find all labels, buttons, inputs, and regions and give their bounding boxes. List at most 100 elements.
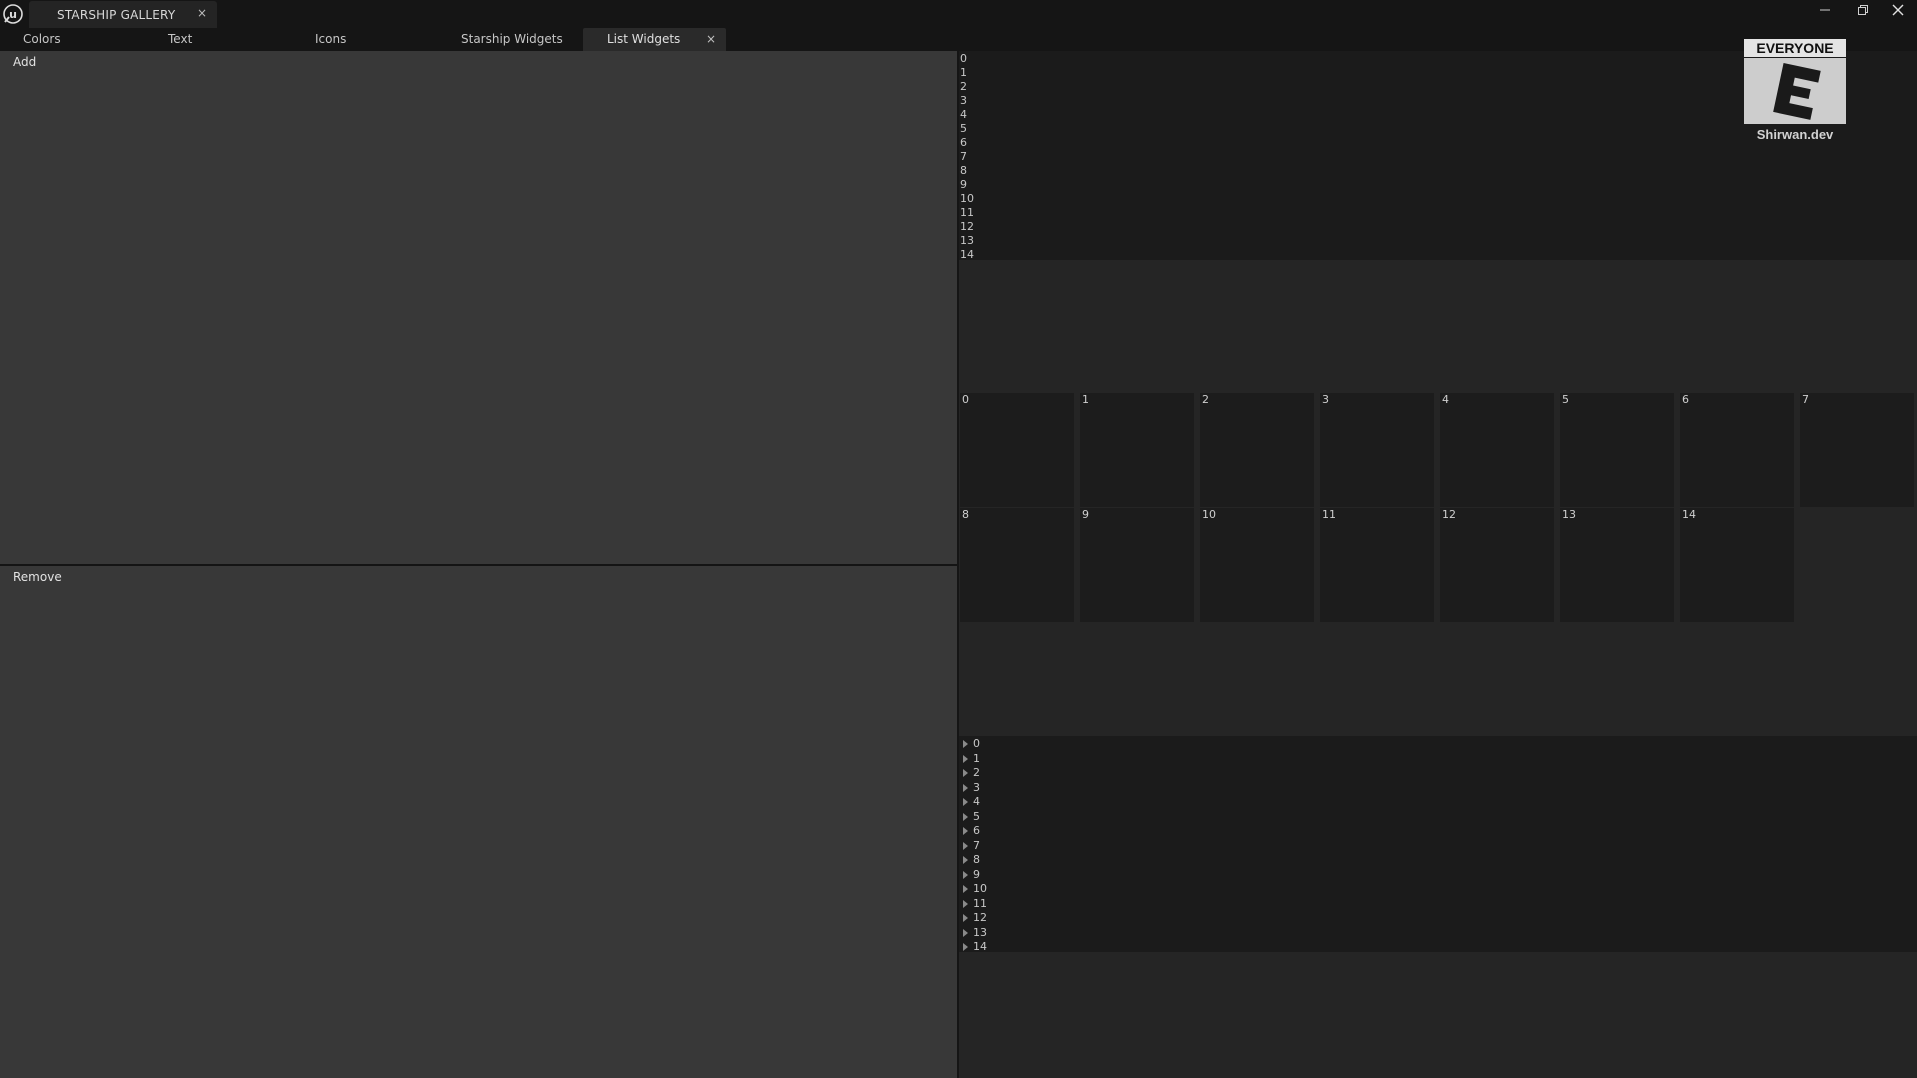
tab-starship-widgets[interactable]: Starship Widgets [440, 28, 580, 51]
tile-item[interactable]: 12 [1440, 508, 1554, 622]
tile-item[interactable]: 9 [1080, 508, 1194, 622]
list-item[interactable]: 10 [960, 192, 974, 206]
document-tab-close-icon[interactable]: × [197, 6, 207, 20]
tile-item[interactable]: 0 [960, 393, 1074, 507]
badge-rating-label: EVERYONE [1744, 39, 1846, 57]
list-item[interactable]: 14 [960, 248, 974, 262]
tab-list-widgets[interactable]: List Widgets × [583, 28, 726, 51]
tab-close-icon[interactable]: × [706, 28, 716, 51]
close-window-icon[interactable] [1881, 0, 1915, 22]
tree-item-label: 3 [973, 780, 980, 794]
tile-label: 12 [1442, 508, 1456, 521]
tab-icons[interactable]: Icons [290, 28, 420, 51]
tree-item-label: 5 [973, 809, 980, 823]
list-item[interactable]: 4 [960, 108, 967, 122]
expand-arrow-icon[interactable] [963, 870, 968, 879]
tile-label: 0 [962, 393, 969, 406]
list-item[interactable]: 5 [960, 122, 967, 136]
tab-colors[interactable]: Colors [0, 28, 130, 51]
expand-arrow-icon[interactable] [963, 827, 968, 835]
expand-arrow-icon[interactable] [963, 812, 968, 821]
list-item[interactable]: 8 [960, 164, 967, 178]
tile-item[interactable]: 2 [1200, 393, 1314, 507]
add-panel: Add [0, 51, 957, 564]
badge-site-label: Shirwan.dev [1756, 127, 1834, 142]
tree-item-label: 11 [973, 896, 987, 910]
tab-label: Icons [315, 32, 347, 46]
tree-item-label: 0 [973, 737, 980, 750]
list-item[interactable]: 3 [960, 94, 967, 108]
tree-item-label: 2 [973, 766, 980, 779]
tree-item-label: 4 [973, 795, 980, 808]
expand-arrow-icon[interactable] [963, 798, 968, 806]
list-item[interactable]: 11 [960, 206, 974, 220]
tile-item[interactable]: 1 [1080, 393, 1194, 507]
tile-label: 10 [1202, 508, 1216, 521]
expand-arrow-icon[interactable] [963, 783, 968, 792]
remove-panel: Remove [0, 566, 957, 1078]
tree-item-label: 13 [973, 925, 987, 939]
tree-item-label: 14 [973, 940, 987, 953]
tab-text[interactable]: Text [140, 28, 270, 51]
list-item[interactable]: 13 [960, 234, 974, 248]
expand-arrow-icon[interactable] [963, 769, 968, 777]
tree-item-label: 12 [973, 911, 987, 924]
remove-button[interactable]: Remove [13, 570, 62, 584]
document-tab-title: STARSHIP GALLERY [57, 8, 176, 22]
tree-view[interactable]: 0 1 2 3 4 5 6 7 8 9 10 11 12 13 14 [959, 736, 1917, 953]
tile-label: 13 [1562, 508, 1576, 521]
badge-letter-box [1744, 58, 1846, 124]
expand-arrow-icon[interactable] [963, 856, 968, 864]
expand-arrow-icon[interactable] [963, 943, 968, 951]
list-item[interactable]: 0 [960, 52, 967, 66]
expand-arrow-icon[interactable] [963, 841, 968, 850]
tile-item[interactable]: 13 [1560, 508, 1674, 622]
tree-item-label: 6 [973, 824, 980, 837]
tile-label: 3 [1322, 393, 1329, 406]
restore-icon[interactable] [1845, 0, 1879, 22]
tile-label: 4 [1442, 393, 1449, 406]
tile-label: 7 [1802, 393, 1809, 406]
add-button[interactable]: Add [13, 55, 36, 69]
tile-label: 9 [1082, 508, 1089, 521]
expand-arrow-icon[interactable] [963, 928, 968, 937]
minimize-icon[interactable] [1808, 0, 1842, 22]
list-item[interactable]: 12 [960, 220, 974, 234]
list-item[interactable]: 9 [960, 178, 967, 192]
tree-item-label: 10 [973, 882, 987, 895]
expand-arrow-icon[interactable] [963, 740, 968, 748]
expand-arrow-icon[interactable] [963, 885, 968, 893]
document-tab[interactable]: STARSHIP GALLERY × [29, 1, 217, 28]
tab-label: List Widgets [607, 32, 681, 46]
tile-item[interactable]: 8 [960, 508, 1074, 622]
tile-item[interactable]: 3 [1320, 393, 1434, 507]
tile-label: 8 [962, 508, 969, 521]
tile-label: 1 [1082, 393, 1089, 406]
tile-label: 5 [1562, 393, 1569, 406]
tile-item[interactable]: 14 [1680, 508, 1794, 622]
expand-arrow-icon[interactable] [963, 754, 968, 763]
list-item[interactable]: 2 [960, 80, 967, 94]
tile-item[interactable]: 6 [1680, 393, 1794, 507]
svg-text:u: u [9, 8, 17, 21]
tree-item-label: 9 [973, 867, 980, 881]
tile-item[interactable]: 4 [1440, 393, 1554, 507]
list-item[interactable]: 7 [960, 150, 967, 164]
list-item[interactable]: 6 [960, 136, 967, 150]
tile-view[interactable]: 0 1 2 3 4 5 6 7 8 9 10 11 12 13 14 [959, 393, 1917, 623]
tile-item[interactable]: 7 [1800, 393, 1914, 507]
tile-item[interactable]: 10 [1200, 508, 1314, 622]
tile-label: 6 [1682, 393, 1689, 406]
widgets-preview-area: 0 1 2 3 4 5 6 7 8 9 10 11 12 13 14 0 1 2 3 4 5 6 7 8 9 10 11 12 13 1… [959, 51, 1917, 1078]
rating-e-icon [1773, 63, 1821, 120]
title-bar: u STARSHIP GALLERY × [0, 0, 1917, 28]
tile-label: 11 [1322, 508, 1336, 521]
list-item[interactable]: 1 [960, 66, 967, 80]
expand-arrow-icon[interactable] [963, 899, 968, 908]
tile-label: 2 [1202, 393, 1209, 406]
expand-arrow-icon[interactable] [963, 914, 968, 922]
tile-item[interactable]: 5 [1560, 393, 1674, 507]
tab-label: Colors [23, 32, 61, 46]
tree-item-label: 1 [973, 751, 980, 765]
tile-item[interactable]: 11 [1320, 508, 1434, 622]
